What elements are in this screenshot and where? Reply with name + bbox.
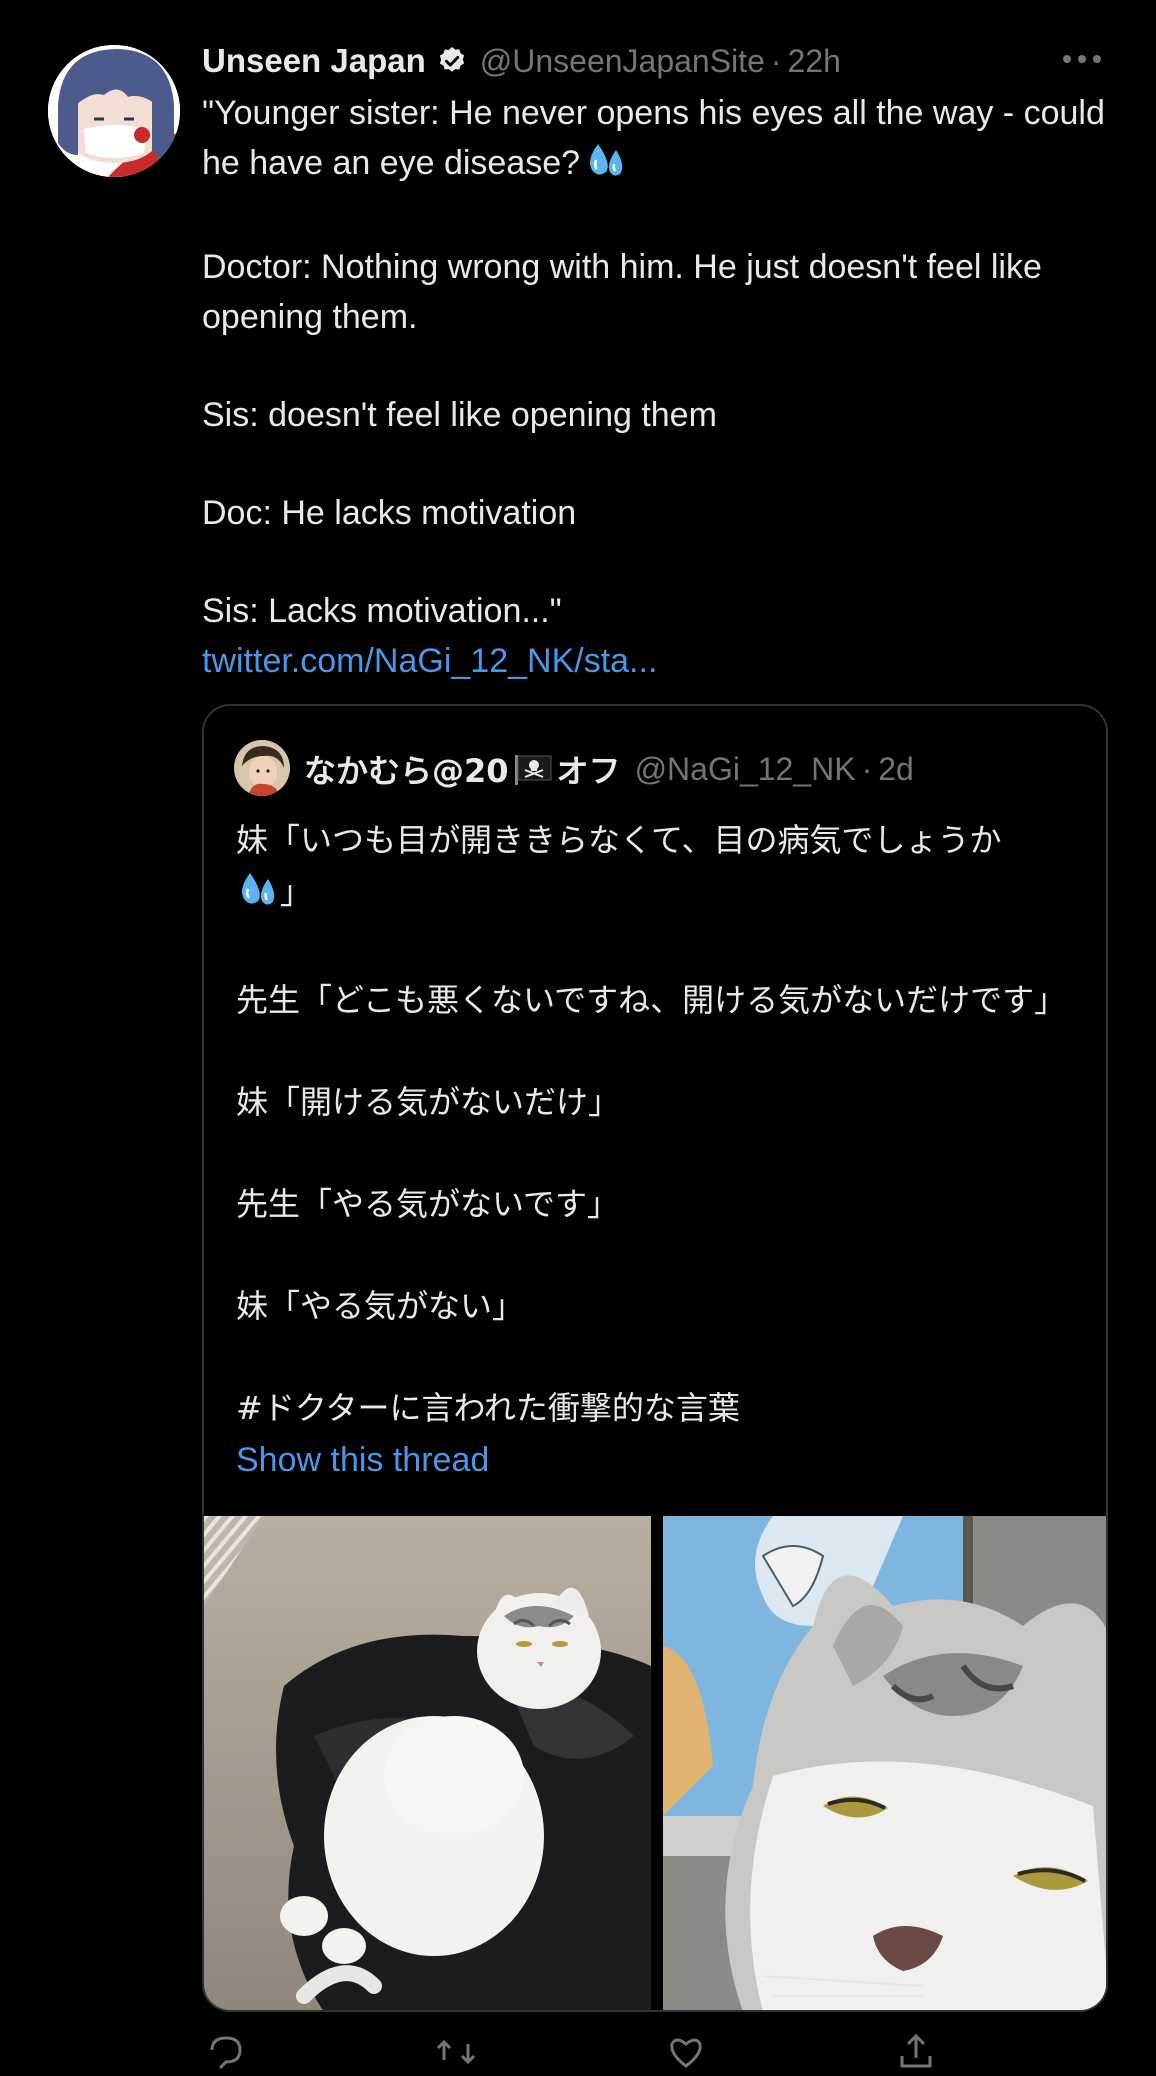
quote-header-separator: · xyxy=(861,750,873,787)
pirate-flag-icon xyxy=(513,753,553,785)
quote-header: なかむら@20 オフ @NaGi_12_NK · 2d xyxy=(304,744,914,794)
tweet[interactable]: Unseen Japan @UnseenJapanSite · 22h "You… xyxy=(0,0,1156,2070)
tweet-header: Unseen Japan @UnseenJapanSite · 22h xyxy=(202,36,1102,86)
quote-text-line: 先生「どこも悪くないですね、開ける気がないだけです」 xyxy=(236,981,1067,1019)
tweet-text-line: Doc: He lacks motivation xyxy=(202,494,577,532)
quote-author-name[interactable]: なかむら@20 xyxy=(304,746,509,792)
media-photo-2[interactable] xyxy=(663,1516,1106,2010)
more-horizontal-icon[interactable] xyxy=(1058,44,1106,74)
quote-text-line: #ドクターに言われた衝撃的な言葉 xyxy=(236,1389,740,1427)
tweet-text-line: Sis: doesn't feel like opening them xyxy=(202,396,717,434)
author-avatar[interactable] xyxy=(48,45,180,177)
media-grid xyxy=(204,1516,1106,2010)
tweet-text-line: Sis: Lacks motivation..." xyxy=(202,592,562,630)
media-photo-1[interactable] xyxy=(204,1516,651,2010)
quote-author-handle[interactable]: @NaGi_12_NK xyxy=(635,751,856,788)
quote-text: 妹「いつも目が開ききらなくて、目の病気でしょうか 」 先生「どこも悪くないですね… xyxy=(236,814,1096,1486)
quote-author-name-suffix[interactable]: オフ xyxy=(557,746,621,792)
author-display-name[interactable]: Unseen Japan xyxy=(202,42,426,80)
like-icon[interactable] xyxy=(666,2032,706,2072)
reply-icon[interactable] xyxy=(206,2032,246,2072)
quote-text-line: 妹「いつも目が開ききらなくて、目の病気でしょうか xyxy=(236,821,1002,859)
verified-badge-icon xyxy=(436,45,468,77)
quote-timestamp[interactable]: 2d xyxy=(878,751,914,788)
tweet-timestamp[interactable]: 22h xyxy=(788,43,841,80)
quoted-tweet[interactable]: なかむら@20 オフ @NaGi_12_NK · 2d 妹「いつも目が開ききらな… xyxy=(202,704,1108,2012)
sweat-droplets-emoji-icon xyxy=(236,869,280,924)
tweet-text-line: "Younger sister: He never opens his eyes… xyxy=(202,88,1122,194)
quote-author-avatar[interactable] xyxy=(234,740,290,796)
tweet-actions xyxy=(202,2032,1102,2072)
header-separator: · xyxy=(770,42,782,79)
tweet-link[interactable]: twitter.com/NaGi_12_NK/sta... xyxy=(202,642,657,680)
author-handle[interactable]: @UnseenJapanSite xyxy=(480,43,765,80)
sweat-droplets-emoji-icon xyxy=(584,140,628,194)
quote-text-line: 妹「開ける気がないだけ」 xyxy=(236,1083,621,1121)
tweet-text-span: "Younger sister: He never opens his eyes… xyxy=(202,94,1105,182)
share-icon[interactable] xyxy=(896,2032,936,2072)
tweet-text-line: Doctor: Nothing wrong with him. He just … xyxy=(202,248,1042,336)
quote-text-line: 」 xyxy=(236,866,1096,924)
tweet-text: "Younger sister: He never opens his eyes… xyxy=(202,88,1122,686)
quote-text-line: 先生「やる気がないです」 xyxy=(236,1185,620,1223)
quote-text-span: 」 xyxy=(280,873,313,911)
show-thread-link[interactable]: Show this thread xyxy=(236,1441,489,1479)
quote-text-line: 妹「やる気がない」 xyxy=(236,1287,525,1325)
retweet-icon[interactable] xyxy=(436,2032,476,2072)
